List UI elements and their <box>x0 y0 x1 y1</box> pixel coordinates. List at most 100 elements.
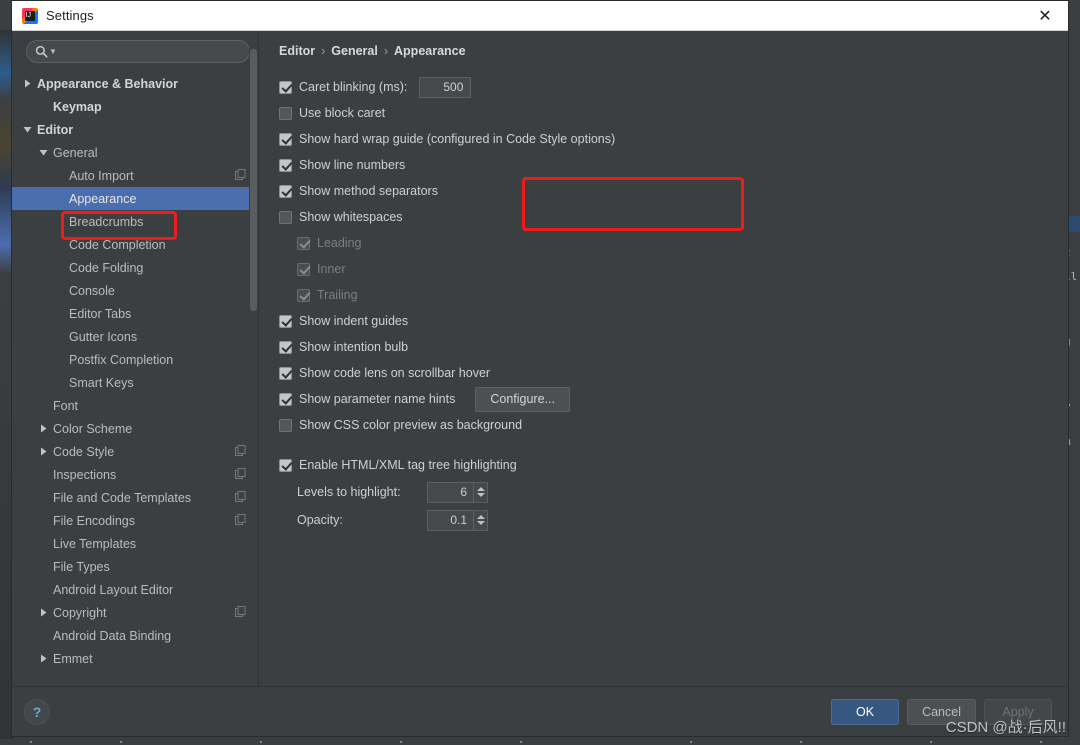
spinner-down-icon[interactable] <box>476 521 485 525</box>
sidebar-item-editor-tabs[interactable]: Editor Tabs <box>12 302 258 325</box>
sidebar-item-editor[interactable]: Editor <box>12 118 258 141</box>
copy-icon[interactable] <box>235 444 246 459</box>
search-box[interactable]: ▼ <box>26 40 250 63</box>
checkbox-enable-html-xml-tag-tree-highlighting[interactable] <box>279 458 292 472</box>
sidebar-item-live-templates[interactable]: Live Templates <box>12 532 258 555</box>
sidebar-item-code-folding[interactable]: Code Folding <box>12 256 258 279</box>
sidebar-item-appearance-behavior[interactable]: Appearance & Behavior <box>12 72 258 95</box>
sidebar-item-android-data-binding[interactable]: Android Data Binding <box>12 624 258 647</box>
spinner-opacity[interactable]: 0.1 <box>427 509 488 531</box>
option-row-show-whitespaces[interactable]: Show whitespaces <box>279 204 1068 230</box>
checkbox-show-method-separators[interactable] <box>279 184 292 198</box>
chevron-right-icon[interactable] <box>38 607 49 618</box>
checkbox-use-block-caret[interactable] <box>279 106 292 120</box>
sidebar-item-file-encodings[interactable]: File Encodings <box>12 509 258 532</box>
sidebar-item-smart-keys[interactable]: Smart Keys <box>12 371 258 394</box>
ok-button[interactable]: OK <box>831 699 900 725</box>
checkbox-show-indent-guides[interactable] <box>279 314 292 328</box>
chevron-right-icon[interactable] <box>38 446 49 457</box>
option-row-caret-blinking-ms[interactable]: Caret blinking (ms): 500 <box>279 74 1068 100</box>
sidebar-item-code-style[interactable]: Code Style <box>12 440 258 463</box>
spinner-value[interactable]: 0.1 <box>427 509 473 531</box>
copy-icon <box>235 444 246 456</box>
option-row-show-method-separators[interactable]: Show method separators <box>279 178 1068 204</box>
sidebar-item-console[interactable]: Console <box>12 279 258 302</box>
sidebar-item-android-layout-editor[interactable]: Android Layout Editor <box>12 578 258 601</box>
option-row-show-indent-guides[interactable]: Show indent guides <box>279 308 1068 334</box>
sidebar-item-auto-import[interactable]: Auto Import <box>12 164 258 187</box>
sidebar-item-label: Font <box>53 398 79 413</box>
sidebar-item-code-completion[interactable]: Code Completion <box>12 233 258 256</box>
sidebar-item-general[interactable]: General <box>12 141 258 164</box>
dialog-footer: ? OK Cancel Apply <box>12 686 1068 736</box>
search-input[interactable] <box>56 44 241 59</box>
sidebar-item-copyright[interactable]: Copyright <box>12 601 258 624</box>
sidebar-scrollbar-thumb[interactable] <box>250 49 257 311</box>
copy-icon[interactable] <box>235 168 246 183</box>
sidebar-item-emmet[interactable]: Emmet <box>12 647 258 670</box>
watermark: CSDN @战·后风!! <box>945 719 1066 736</box>
option-row-leading[interactable]: Leading <box>279 230 1068 256</box>
copy-icon[interactable] <box>235 467 246 482</box>
chevron-right-icon[interactable] <box>38 653 49 664</box>
sidebar-item-breadcrumbs[interactable]: Breadcrumbs <box>12 210 258 233</box>
chevron-down-icon[interactable] <box>38 147 49 158</box>
checkbox-show-intention-bulb[interactable] <box>279 340 292 354</box>
sidebar-item-label: Postfix Completion <box>69 352 174 367</box>
close-icon[interactable]: ✕ <box>1022 1 1068 30</box>
checkbox-show-css-color-preview-as-background[interactable] <box>279 418 292 432</box>
sidebar-item-label: Code Folding <box>69 260 144 275</box>
option-row-show-line-numbers[interactable]: Show line numbers <box>279 152 1068 178</box>
option-row-show-css-color-preview-as-background[interactable]: Show CSS color preview as background <box>279 412 1068 438</box>
option-row-show-parameter-name-hints[interactable]: Show parameter name hints Configure... <box>279 386 1068 412</box>
sidebar-scrollbar[interactable] <box>249 31 258 686</box>
breadcrumb-separator: › <box>383 44 389 58</box>
sidebar-item-label: Live Templates <box>53 536 137 551</box>
sidebar-item-inspections[interactable]: Inspections <box>12 463 258 486</box>
sidebar-item-postfix-completion[interactable]: Postfix Completion <box>12 348 258 371</box>
chevron-down-icon[interactable] <box>22 124 33 135</box>
sidebar-item-file-and-code-templates[interactable]: File and Code Templates <box>12 486 258 509</box>
checkbox-label: Use block caret <box>299 106 386 120</box>
spinner-buttons[interactable] <box>473 481 488 503</box>
spinner-down-icon[interactable] <box>476 493 485 497</box>
spinner-value[interactable]: 6 <box>427 481 473 503</box>
checkbox-show-code-lens-on-scrollbar-hover[interactable] <box>279 366 292 380</box>
chevron-right-icon[interactable] <box>22 78 33 89</box>
chevron-down-icon[interactable]: ▼ <box>49 47 57 56</box>
breadcrumb-item: General <box>331 44 378 58</box>
checkbox-show-whitespaces[interactable] <box>279 210 292 224</box>
copy-icon[interactable] <box>235 490 246 505</box>
sidebar-item-appearance[interactable]: Appearance <box>12 187 258 210</box>
sidebar-item-font[interactable]: Font <box>12 394 258 417</box>
checkbox-caret-blinking-ms[interactable] <box>279 80 292 94</box>
option-row-use-block-caret[interactable]: Use block caret <box>279 100 1068 126</box>
option-row-trailing[interactable]: Trailing <box>279 282 1068 308</box>
configure-button[interactable]: Configure... <box>475 386 570 412</box>
sidebar-item-color-scheme[interactable]: Color Scheme <box>12 417 258 440</box>
option-row-show-code-lens-on-scrollbar-hover[interactable]: Show code lens on scrollbar hover <box>279 360 1068 386</box>
spinner-up-icon[interactable] <box>476 515 485 519</box>
checkbox-show-parameter-name-hints[interactable] <box>279 392 292 406</box>
spinner-up-icon[interactable] <box>476 487 485 491</box>
spinner-buttons[interactable] <box>473 509 488 531</box>
help-icon[interactable]: ? <box>24 698 50 725</box>
copy-icon[interactable] <box>235 605 246 620</box>
spinner-levels-to-highlight[interactable]: 6 <box>427 481 488 503</box>
ide-bottom-ruler <box>0 739 1080 745</box>
option-row-show-hard-wrap-guide-configured-in-code-style-options[interactable]: Show hard wrap guide (configured in Code… <box>279 126 1068 152</box>
sidebar-item-file-types[interactable]: File Types <box>12 555 258 578</box>
checkbox-show-line-numbers[interactable] <box>279 158 292 172</box>
sidebar-item-gutter-icons[interactable]: Gutter Icons <box>12 325 258 348</box>
copy-icon[interactable] <box>235 513 246 528</box>
checkbox-show-hard-wrap-guide-configured-in-code-style-options[interactable] <box>279 132 292 146</box>
chevron-right-icon[interactable] <box>38 423 49 434</box>
sidebar-item-keymap[interactable]: Keymap <box>12 95 258 118</box>
option-row-enable-html-xml-tag-tree-highlighting[interactable]: Enable HTML/XML tag tree highlighting <box>279 452 1068 478</box>
option-row-inner[interactable]: Inner <box>279 256 1068 282</box>
sidebar-item-label: Android Layout Editor <box>53 582 174 597</box>
option-row-show-intention-bulb[interactable]: Show intention bulb <box>279 334 1068 360</box>
caret-blinking-input[interactable]: 500 <box>419 76 472 98</box>
